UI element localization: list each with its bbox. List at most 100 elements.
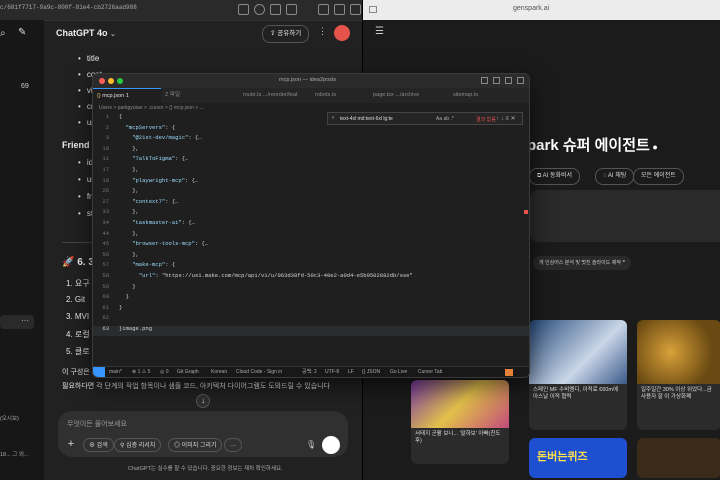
chevron-down-icon: ⌄ bbox=[110, 31, 116, 38]
bookmark-icon[interactable] bbox=[238, 4, 249, 15]
voice-mode-button[interactable] bbox=[322, 436, 340, 454]
tab-mcp-json[interactable]: {} mcp.json 1 bbox=[93, 88, 161, 103]
code-line: 10 }, bbox=[93, 145, 138, 156]
news-card[interactable]: 돈버는퀴즈 bbox=[529, 438, 627, 478]
status-item[interactable]: LF bbox=[348, 367, 354, 377]
share-button[interactable]: ⇪ 공유하기 bbox=[262, 25, 310, 43]
deep-research-button[interactable]: ⚲ 심층 리서치 bbox=[114, 438, 162, 452]
plus-icon[interactable]: + bbox=[64, 438, 78, 452]
camera-icon[interactable] bbox=[254, 4, 265, 15]
line-text: }, bbox=[119, 166, 139, 173]
chip-button[interactable]: ⧉ AI 동화비서 bbox=[529, 168, 581, 185]
status-item[interactable]: Cursor Tab bbox=[418, 367, 442, 377]
panel-icon[interactable] bbox=[493, 77, 500, 84]
code-line: 45 "browser-tools-mcp": {… bbox=[93, 240, 208, 251]
news-card[interactable]: 일주일간 30% 이상 위었다...금 사용자 잘 이 가상화폐 bbox=[637, 320, 720, 430]
line-number: 33 bbox=[102, 208, 109, 216]
code-line: 60 } bbox=[93, 293, 129, 304]
chip-label: AI 채팅 bbox=[607, 173, 627, 179]
new-chat-icon[interactable]: ✎ bbox=[18, 27, 26, 38]
code-line: 44 }, bbox=[93, 230, 138, 241]
line-text: "playwright-mcp": {… bbox=[132, 176, 199, 184]
maximize-icon[interactable] bbox=[117, 78, 123, 84]
line-text: "mcpServers": { bbox=[125, 123, 176, 131]
sidebar-toggle-icon[interactable] bbox=[369, 6, 377, 13]
tab-route-ts[interactable]: route.ts .../reorder/feat bbox=[239, 88, 311, 103]
line-number: 11 bbox=[102, 155, 109, 163]
profile-icon[interactable] bbox=[350, 4, 361, 15]
line-text: "context7": {… bbox=[132, 197, 179, 205]
split-icon[interactable] bbox=[505, 77, 512, 84]
status-item[interactable]: ⊗ 1 ⚠ 5 bbox=[132, 367, 150, 377]
status-item[interactable]: Korean bbox=[211, 367, 227, 377]
image-draw-button[interactable]: ◎ 이미지 그리기 bbox=[168, 438, 223, 452]
news-card[interactable]: 스페인 MF 수비멤디, 이적료 €60m에 아스날 이적 협력 bbox=[529, 320, 627, 430]
remote-icon[interactable] bbox=[93, 367, 105, 377]
agent-input[interactable] bbox=[529, 190, 720, 242]
line-number: 27 bbox=[102, 197, 109, 205]
editor-titlebar: mcp.json — idea2posts bbox=[93, 74, 529, 88]
tab-label: mcp.json 1 bbox=[102, 93, 129, 99]
prompt-input[interactable]: 무엇이든 물어보세요 bbox=[67, 419, 127, 429]
sidebar-snippet[interactable]: 18... 그 외... bbox=[0, 450, 28, 458]
status-item[interactable]: Go Live bbox=[390, 367, 407, 377]
model-selector[interactable]: ChatGPT 4o ⌄ bbox=[56, 28, 116, 38]
news-title: 스페인 MF 수비멤디, 이적료 €60m에 아스날 이적 협력 bbox=[533, 387, 619, 400]
scroll-down-icon[interactable]: ↓ bbox=[196, 394, 210, 408]
editor-window: mcp.json — idea2posts {} mcp.json 1 Z 파일… bbox=[92, 73, 530, 378]
more-options-icon[interactable]: ⋮ bbox=[318, 26, 327, 37]
status-item[interactable]: UTF-8 bbox=[325, 367, 339, 377]
status-item[interactable]: main* bbox=[109, 367, 122, 377]
code-line: 63}image.png bbox=[93, 325, 529, 336]
more-icon[interactable]: ··· bbox=[21, 316, 29, 325]
star-icon[interactable] bbox=[286, 4, 297, 15]
prompt-suggestion[interactable]: 게 인상어스 분석 및 멋진 슬라이드 제작 ❞ bbox=[533, 256, 632, 270]
globe-icon: ⊕ bbox=[89, 443, 97, 449]
line-text: }, bbox=[119, 250, 139, 258]
code-line: 61} bbox=[93, 304, 122, 315]
chip-button[interactable]: ◌ AI 채팅 bbox=[595, 168, 635, 185]
settings-icon[interactable] bbox=[517, 77, 524, 84]
line-number: 1 bbox=[105, 113, 109, 120]
layout-icon[interactable] bbox=[481, 77, 488, 84]
line-number: 45 bbox=[102, 240, 109, 248]
search-icon[interactable]: ⌕ bbox=[0, 28, 6, 39]
mic-icon[interactable]: 🎙 bbox=[306, 440, 316, 449]
tab-robots-ts[interactable]: robots.ts bbox=[311, 88, 367, 103]
browser-url[interactable]: genspark.ai bbox=[513, 5, 549, 12]
line-text: } bbox=[119, 282, 136, 290]
line-text: }image.png bbox=[119, 325, 153, 332]
tab-page-tsx[interactable]: page.tsx .../archive bbox=[369, 88, 431, 103]
news-card[interactable]: 서태지 군활 보니... '말하보' 아빠(친도 후) bbox=[411, 380, 509, 464]
code-editor[interactable]: 1{2 "mcpServers": {3 "@21st-dev/magic": … bbox=[93, 113, 529, 364]
minimize-icon[interactable] bbox=[108, 78, 114, 84]
sidebar-icon[interactable] bbox=[334, 4, 345, 15]
line-text: }, bbox=[119, 187, 139, 195]
tab-file[interactable]: Z 파일 bbox=[161, 88, 201, 103]
status-item[interactable]: {} JSON bbox=[362, 367, 380, 377]
status-item[interactable]: Cloud Code - Sign in bbox=[236, 367, 282, 377]
status-item[interactable]: Git Graph bbox=[177, 367, 199, 377]
status-item[interactable]: 공백: 2 bbox=[302, 367, 317, 377]
status-item[interactable]: ◎ 0 bbox=[160, 367, 169, 377]
line-number: 26 bbox=[102, 187, 109, 195]
list-item: 5. 클로 bbox=[66, 347, 90, 356]
share-icon[interactable] bbox=[270, 4, 281, 15]
list-item: id bbox=[78, 158, 93, 167]
breadcrumb[interactable]: Users > parkgyutae > .cursor > {} mcp.js… bbox=[99, 105, 204, 111]
search-pill-button[interactable]: ⊕ 검색 bbox=[83, 438, 114, 452]
tab-sitemap-ts[interactable]: sitemap.ts bbox=[449, 88, 499, 103]
close-icon[interactable] bbox=[99, 78, 105, 84]
code-line: 18 "playwright-mcp": {… bbox=[93, 176, 199, 188]
chat-url[interactable]: c/681f7717-9a9c-800f-81e4-cb2726aad988 bbox=[0, 4, 137, 11]
extension-icon[interactable] bbox=[318, 4, 329, 15]
avatar[interactable] bbox=[334, 25, 350, 41]
news-card[interactable] bbox=[637, 438, 720, 478]
line-number: 18 bbox=[102, 176, 109, 184]
menu-icon[interactable]: ☰ bbox=[375, 26, 384, 37]
chip-button[interactable]: 모든 에이전트 bbox=[633, 168, 684, 185]
notification-icon[interactable] bbox=[505, 369, 513, 376]
news-title: 일주일간 30% 이상 위었다...금 사용자 잘 이 가상화폐 bbox=[641, 387, 712, 400]
sidebar-snippet[interactable]: (오시보) bbox=[0, 414, 19, 422]
more-tools-button[interactable]: ··· bbox=[224, 438, 242, 452]
